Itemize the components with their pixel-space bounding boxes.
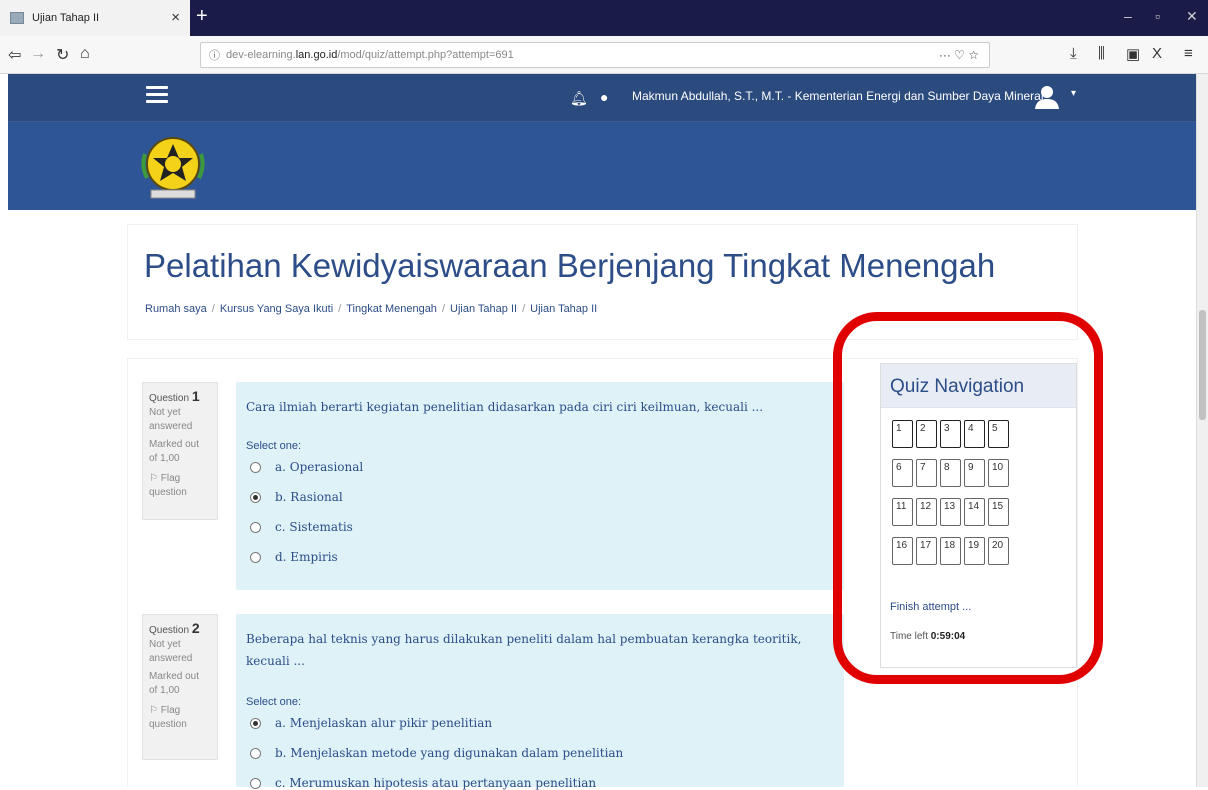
- question-state: Not yet answered: [149, 639, 193, 664]
- site-header-band: [8, 122, 1196, 210]
- breadcrumb-home[interactable]: Rumah saya: [145, 303, 207, 315]
- question-marks: Marked out of 1,00: [149, 439, 200, 464]
- hamburger-menu-icon[interactable]: [146, 86, 168, 104]
- lan-logo-icon[interactable]: [133, 130, 213, 206]
- answer-label: c. Sistematis: [275, 520, 353, 534]
- extension-icon[interactable]: X: [1152, 45, 1162, 62]
- answer-option[interactable]: a. Operasional: [250, 460, 363, 474]
- question-marks: Marked out of 1,00: [149, 671, 200, 696]
- question-state: Not yet answered: [149, 407, 193, 432]
- url-prefix: dev-elearning.: [226, 49, 296, 61]
- restore-icon[interactable]: ▫: [1155, 8, 1160, 24]
- browser-tab[interactable]: Ujian Tahap II ×: [0, 0, 190, 36]
- page-actions[interactable]: ··· ♡ ☆: [939, 48, 979, 62]
- answer-label: a. Menjelaskan alur pikir penelitian: [275, 716, 493, 730]
- answer-option[interactable]: c. Sistematis: [250, 520, 353, 534]
- close-tab-icon[interactable]: ×: [171, 9, 180, 26]
- question-1-info: Question 1 Not yet answered Marked out o…: [142, 382, 218, 520]
- answer-option[interactable]: d. Empiris: [250, 550, 338, 564]
- info-icon[interactable]: ⓘ: [209, 47, 220, 63]
- user-avatar-icon[interactable]: [1032, 82, 1062, 112]
- question-text: Cara ilmiah berarti kegiatan penelitian …: [246, 400, 764, 414]
- notification-bell-icon[interactable]: 🔔︎: [570, 90, 588, 107]
- library-icon[interactable]: ⫼: [1098, 45, 1105, 62]
- address-bar[interactable]: ⓘ dev-elearning. lan.go.id/mod/quiz/attem…: [200, 42, 990, 68]
- flag-question-button[interactable]: ⚐ Flag question: [149, 704, 199, 732]
- minimize-icon[interactable]: –: [1124, 8, 1132, 24]
- radio-button[interactable]: [250, 461, 261, 473]
- question-label: Question: [149, 393, 190, 404]
- radio-button[interactable]: [250, 521, 261, 533]
- answer-option[interactable]: b. Rasional: [250, 490, 343, 504]
- browser-toolbar: ⇦ → ↻ ⌂ ⓘ dev-elearning. lan.go.id/mod/qu…: [0, 36, 1208, 74]
- user-menu-caret-icon[interactable]: ▾: [1071, 88, 1076, 99]
- menu-icon[interactable]: ≡: [1184, 45, 1193, 62]
- page-scrollbar[interactable]: [1196, 74, 1208, 787]
- answer-label: c. Merumuskan hipotesis atau pertanyaan …: [275, 776, 597, 790]
- browser-tab-bar: Ujian Tahap II × + – ▫ ✕: [0, 0, 1208, 36]
- tab-title: Ujian Tahap II: [32, 12, 100, 24]
- scrollbar-thumb[interactable]: [1199, 310, 1206, 420]
- question-number: 1: [191, 388, 200, 404]
- reload-icon[interactable]: ↻: [56, 45, 69, 65]
- answer-label: b. Rasional: [275, 490, 343, 504]
- messages-icon[interactable]: ●: [600, 89, 608, 105]
- red-highlight-annotation: [833, 312, 1103, 684]
- user-name[interactable]: Makmun Abdullah, S.T., M.T. - Kementeria…: [632, 89, 1044, 103]
- answer-option[interactable]: c. Merumuskan hipotesis atau pertanyaan …: [250, 776, 596, 790]
- question-text-line-1: Beberapa hal teknis yang harus dilakukan…: [246, 632, 802, 646]
- site-navbar: 🔔︎ ● Makmun Abdullah, S.T., M.T. - Kemen…: [8, 74, 1196, 122]
- downloads-icon[interactable]: ⤓: [1070, 45, 1077, 62]
- flag-icon: ⚐: [149, 705, 158, 716]
- breadcrumb: Rumah saya / Kursus Yang Saya Ikuti / Tingka…: [145, 303, 598, 315]
- page-favicon-icon: [10, 12, 24, 24]
- flag-question-button[interactable]: ⚐ Flag question: [149, 472, 199, 500]
- select-one-label: Select one:: [246, 440, 302, 452]
- answer-option[interactable]: a. Menjelaskan alur pikir penelitian: [250, 716, 492, 730]
- question-text-line-2: kecuali ...: [246, 654, 305, 668]
- radio-button[interactable]: [250, 551, 261, 563]
- question-2-content: Beberapa hal teknis yang harus dilakukan…: [236, 614, 844, 790]
- forward-icon[interactable]: →: [30, 45, 46, 63]
- new-tab-icon[interactable]: +: [196, 5, 208, 28]
- breadcrumb-exam-quiz[interactable]: Ujian Tahap II: [530, 303, 597, 315]
- breadcrumb-my-courses[interactable]: Kursus Yang Saya Ikuti: [220, 303, 333, 315]
- question-label: Question: [149, 625, 190, 636]
- answer-label: a. Operasional: [275, 460, 364, 474]
- breadcrumb-level[interactable]: Tingkat Menengah: [346, 303, 437, 315]
- select-one-label: Select one:: [246, 696, 302, 708]
- question-number: 2: [191, 620, 200, 636]
- url-domain: lan.go.id: [295, 49, 338, 61]
- radio-button[interactable]: [250, 747, 261, 759]
- breadcrumb-exam[interactable]: Ujian Tahap II: [450, 303, 517, 315]
- sidebar-icon[interactable]: ▣: [1126, 45, 1140, 63]
- answer-option[interactable]: b. Menjelaskan metode yang digunakan dal…: [250, 746, 623, 760]
- answer-label: b. Menjelaskan metode yang digunakan dal…: [275, 746, 624, 760]
- close-window-icon[interactable]: ✕: [1186, 8, 1198, 25]
- radio-button[interactable]: [250, 717, 261, 729]
- url-path: /mod/quiz/attempt.php?attempt=691: [337, 49, 514, 61]
- question-1-content: Cara ilmiah berarti kegiatan penelitian …: [236, 382, 844, 590]
- question-2-info: Question 2 Not yet answered Marked out o…: [142, 614, 218, 760]
- answer-label: d. Empiris: [275, 550, 338, 564]
- radio-button[interactable]: [250, 491, 261, 503]
- home-icon[interactable]: ⌂: [80, 45, 90, 63]
- flag-icon: ⚐: [149, 473, 158, 484]
- back-icon[interactable]: ⇦: [8, 45, 21, 65]
- page-title: Pelatihan Kewidyaiswaraan Berjenjang Tin…: [144, 247, 996, 284]
